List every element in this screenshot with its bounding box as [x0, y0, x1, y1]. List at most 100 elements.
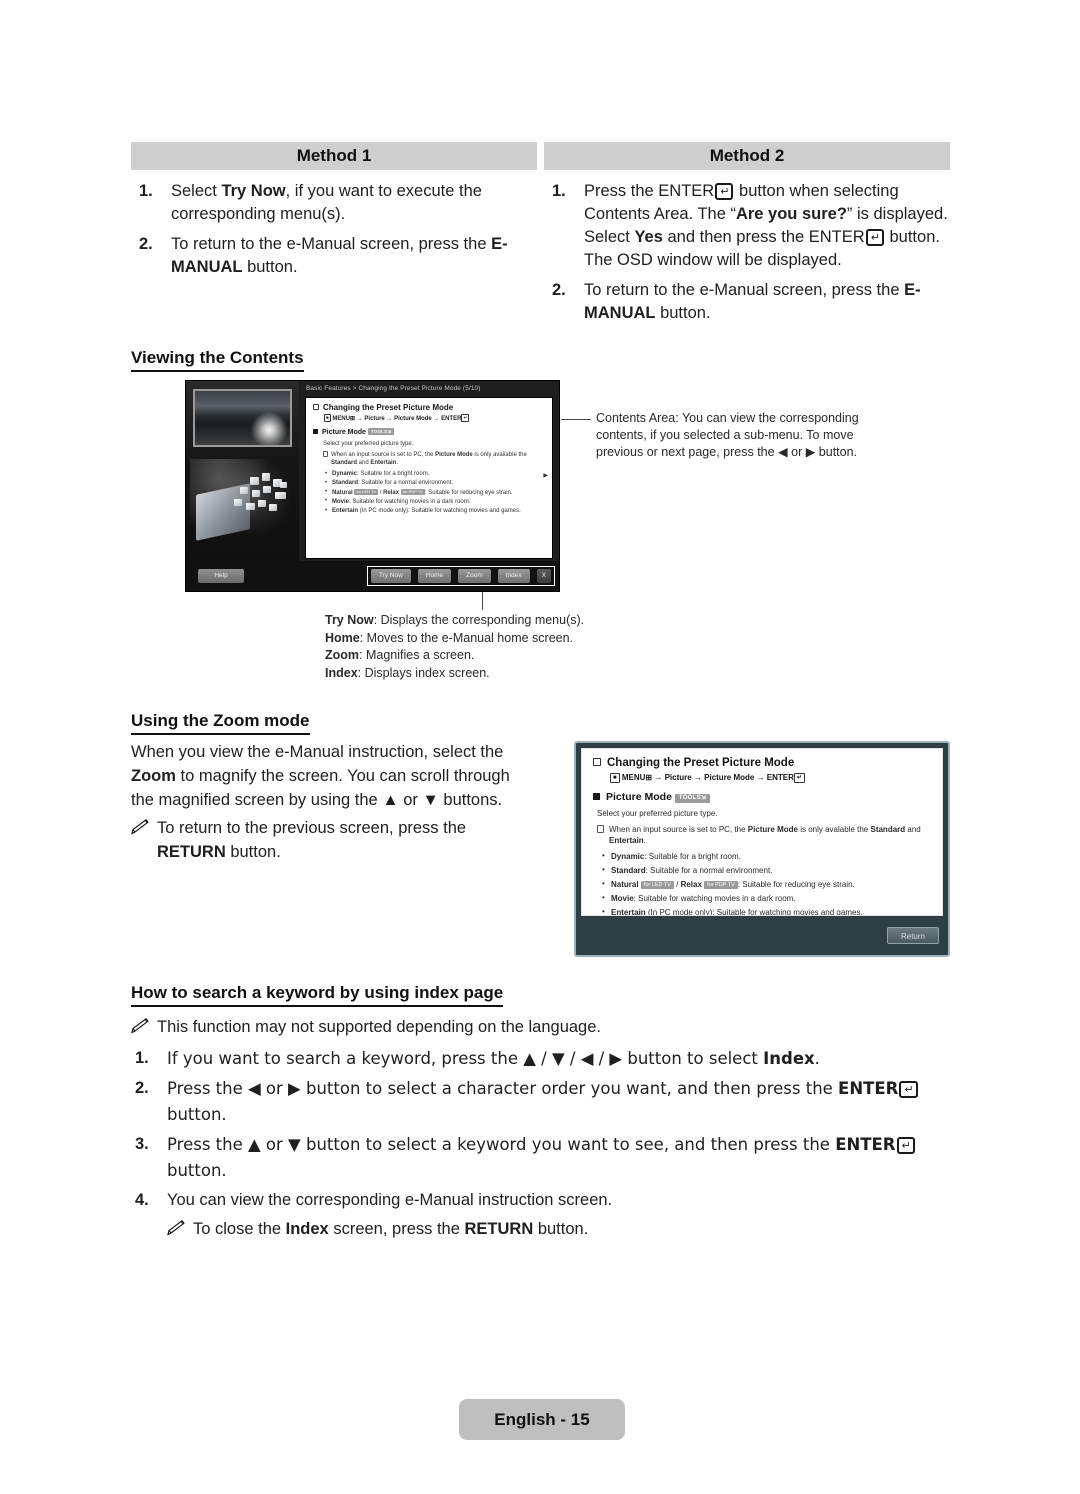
tv-note: When an input source is set to PC, the P… — [323, 451, 545, 467]
tv-contents-area[interactable]: Changing the Preset Picture Mode ■ MENU⊞… — [305, 397, 553, 559]
tv-description: Select your preferred picture type. — [323, 440, 414, 447]
list-item: Natural for LED TV / Relax for PDP TV: S… — [325, 488, 545, 497]
tv-bottom-toolbar: Help Try Now Home Zoom Index X — [186, 561, 559, 591]
tv-button-legend: Try Now: Displays the corresponding menu… — [325, 612, 584, 682]
tv-zoom-button[interactable]: Zoom — [458, 569, 491, 583]
step-number: 3. — [135, 1135, 149, 1153]
tv-action-buttons: Try Now Home Zoom Index X — [366, 566, 555, 586]
enter-key-icon: ↵ — [461, 414, 470, 423]
tv-try-now-button[interactable]: Try Now — [370, 569, 411, 583]
step-text: Press the ENTER ↵ button when selecting C… — [584, 182, 948, 269]
step-text: You can view the corresponding e-Manual … — [167, 1191, 613, 1209]
remote-key-icon: ■ — [610, 773, 620, 783]
tools-tag: TOOLS⇲ — [367, 428, 395, 436]
tv-close-button[interactable]: X — [536, 569, 551, 583]
contents-area-callout: Contents Area: You can view the correspo… — [596, 411, 859, 459]
square-outline-icon — [593, 758, 601, 766]
section-heading-viewing-contents: Viewing the Contents — [131, 348, 304, 372]
zoom-mode-body: When you view the e-Manual instruction, … — [131, 740, 531, 864]
method-2-header: Method 2 — [544, 142, 950, 170]
keyword-steps: 1. If you want to search a keyword, pres… — [131, 1046, 951, 1213]
next-page-arrow-icon[interactable]: ▶ — [543, 472, 548, 480]
zoom-mode-osd-panel: Changing the Preset Picture Mode ■ MENU⊞… — [574, 741, 950, 957]
remote-key-icon: ■ — [324, 414, 331, 423]
return-button[interactable]: Return — [887, 927, 939, 944]
step-text: Select Try Now, if you want to execute t… — [171, 182, 482, 223]
step-number: 4. — [135, 1191, 149, 1209]
step-item: 1. If you want to search a keyword, pres… — [131, 1046, 951, 1072]
tv-content-title: Changing the Preset Picture Mode — [313, 403, 545, 412]
method-1-header: Method 1 — [131, 142, 537, 170]
step-item: 1. Press the ENTER ↵ button when selectin… — [544, 180, 950, 272]
zoom-panel-menu-path: ■ MENU⊞ → Picture → Picture Mode → ENTER… — [610, 772, 931, 783]
step-text: Press the ▲ or ▼ button to select a keyw… — [167, 1135, 916, 1180]
step-item: 3. Press the ▲ or ▼ button to select a k… — [131, 1132, 951, 1184]
tv-breadcrumb: Basic Features > Changing the Preset Pic… — [306, 385, 481, 392]
step-number: 1. — [135, 1049, 149, 1067]
note-icon — [597, 825, 604, 833]
note-icon — [323, 451, 328, 458]
pencil-note-icon — [131, 1018, 149, 1034]
list-item: Movie: Suitable for watching movies in a… — [601, 892, 931, 904]
method-header-row: Method 1 Method 2 — [131, 142, 950, 170]
tv-home-button[interactable]: Home — [417, 569, 452, 583]
step-item: 2. To return to the e-Manual screen, pre… — [544, 279, 950, 325]
zoom-panel-option-list: Dynamic: Suitable for a bright room. Sta… — [601, 850, 931, 915]
legend-row: Index: Displays index screen. — [325, 665, 490, 680]
method-1-column: 1. Select Try Now, if you want to execut… — [131, 180, 537, 332]
step-number: 1. — [139, 182, 153, 200]
step-item: 2. To return to the e-Manual screen, pre… — [131, 233, 537, 279]
method-2-column: 1. Press the ENTER ↵ button when selectin… — [544, 180, 950, 332]
list-item: Natural for LED TV / Relax for PDP TV: S… — [601, 878, 931, 890]
section-heading-keyword-search: How to search a keyword by using index p… — [131, 983, 504, 1007]
tv-sub-title: Picture Mode TOOLS⇲ — [313, 428, 545, 437]
list-item: Entertain (In PC mode only): Suitable fo… — [601, 906, 931, 915]
enter-key-icon: ↵ — [793, 773, 805, 783]
zoom-panel-content: Changing the Preset Picture Mode ■ MENU⊞… — [581, 748, 943, 916]
filled-square-icon — [313, 429, 318, 435]
method-1-steps: 1. Select Try Now, if you want to execut… — [131, 180, 537, 279]
tv-emanual-screenshot: Basic Features > Changing the Preset Pic… — [185, 380, 560, 592]
list-item: Dynamic: Suitable for a bright room. — [601, 850, 931, 862]
step-text: If you want to search a keyword, press t… — [167, 1049, 820, 1068]
step-number: 2. — [135, 1079, 149, 1097]
tools-tag: TOOLS⇲ — [674, 794, 711, 803]
zoom-mode-paragraph: When you view the e-Manual instruction, … — [131, 743, 510, 809]
zoom-panel-footer: Return — [581, 916, 943, 954]
list-item: Movie: Suitable for watching movies in a… — [325, 497, 545, 506]
zoom-panel-note: When an input source is set to PC, the P… — [597, 824, 931, 846]
list-item: Standard: Suitable for a normal environm… — [601, 864, 931, 876]
step-text: To return to the e-Manual screen, press … — [171, 235, 508, 276]
legend-row: Zoom: Magnifies a screen. — [325, 648, 475, 662]
step-item: 4. You can view the corresponding e-Manu… — [131, 1188, 951, 1213]
step-number: 1. — [552, 182, 566, 200]
toolbar-leader-line — [482, 592, 483, 610]
list-item: Dynamic: Suitable for a bright room. — [325, 470, 545, 478]
callout-leader-line — [561, 419, 591, 420]
tv-option-list: Dynamic: Suitable for a bright room. Sta… — [325, 470, 545, 515]
method-2-steps: 1. Press the ENTER ↵ button when selectin… — [544, 180, 950, 325]
step-number: 2. — [552, 281, 566, 299]
method-columns: 1. Select Try Now, if you want to execut… — [131, 180, 950, 332]
zoom-panel-sub-title: Picture Mode TOOLS⇲ — [593, 792, 931, 803]
list-item: Entertain (In PC mode only): Suitable fo… — [325, 507, 545, 515]
zoom-mode-note: To return to the previous screen, press … — [131, 816, 531, 864]
square-outline-icon — [313, 404, 319, 410]
legend-row: Home: Moves to the e-Manual home screen. — [325, 630, 574, 645]
zoom-panel-description: Select your preferred picture type. — [597, 809, 718, 818]
step-item: 1. Select Try Now, if you want to execut… — [131, 180, 537, 226]
tv-graphic-backdrop — [190, 459, 295, 567]
list-item: Standard: Suitable for a normal environm… — [325, 479, 545, 487]
tv-icon-cloud — [232, 473, 294, 535]
section-heading-zoom-mode: Using the Zoom mode — [131, 711, 310, 735]
keyword-language-note: This function may not supported dependin… — [131, 1015, 951, 1040]
page-number-tab: English - 15 — [459, 1399, 625, 1440]
keyword-close-note: To close the Index screen, press the RET… — [131, 1217, 951, 1242]
tv-index-button[interactable]: Index — [497, 569, 530, 583]
legend-row: Try Now: Displays the corresponding menu… — [325, 613, 585, 627]
pencil-note-icon — [131, 819, 149, 835]
tv-help-button[interactable]: Help — [198, 569, 244, 583]
step-text: To return to the e-Manual screen, press … — [584, 281, 921, 322]
step-number: 2. — [139, 235, 153, 253]
pencil-note-icon — [167, 1220, 185, 1236]
